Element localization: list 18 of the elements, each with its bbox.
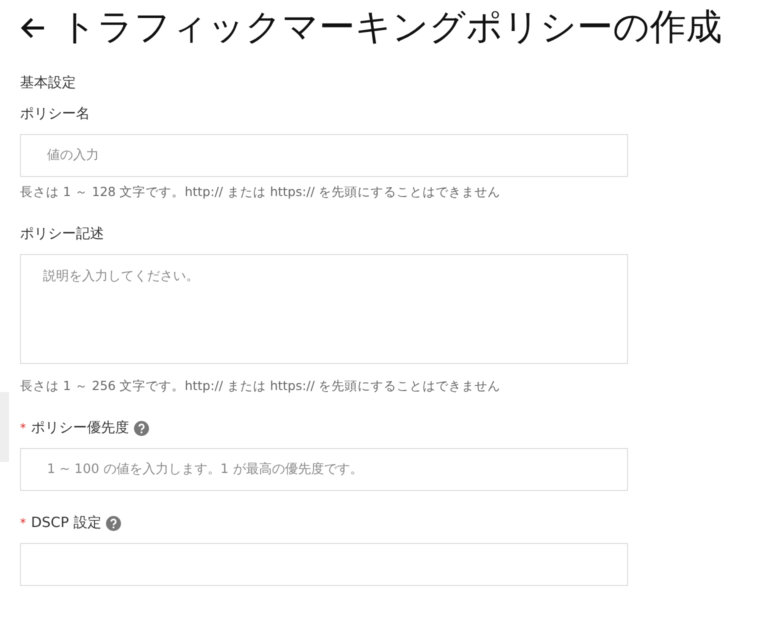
- text-area[interactable]: 説明を入力してください。: [20, 254, 628, 364]
- input-field[interactable]: 値の入力: [20, 134, 628, 178]
- field-label: DSCP 設定: [31, 514, 102, 533]
- hint-text: 長さは 1 ～ 256 文字です。http:// または https:// を先頭にすることはできません: [20, 376, 502, 395]
- page-title: トラフィックマーキングポリシーの作成: [60, 6, 722, 50]
- field-label: ポリシー優先度: [31, 418, 129, 438]
- required-mark: *: [20, 515, 26, 532]
- input-field[interactable]: [20, 542, 628, 586]
- hint-text: 長さは 1 ～ 128 文字です。http:// または https:// を先頭にすることはできません: [20, 183, 502, 202]
- input-field[interactable]: 1 ~ 100 の値を入力します。1 が最高の優先度です。: [20, 448, 628, 491]
- field-label: ポリシー名: [20, 105, 90, 124]
- field-label: ポリシー記述: [20, 224, 104, 244]
- back-arrow-icon: [20, 16, 46, 39]
- required-mark: *: [20, 420, 26, 438]
- section-heading: 基本設定: [20, 74, 77, 94]
- back-button[interactable]: [20, 16, 46, 39]
- help-icon[interactable]: [134, 420, 149, 436]
- help-icon[interactable]: [106, 516, 122, 531]
